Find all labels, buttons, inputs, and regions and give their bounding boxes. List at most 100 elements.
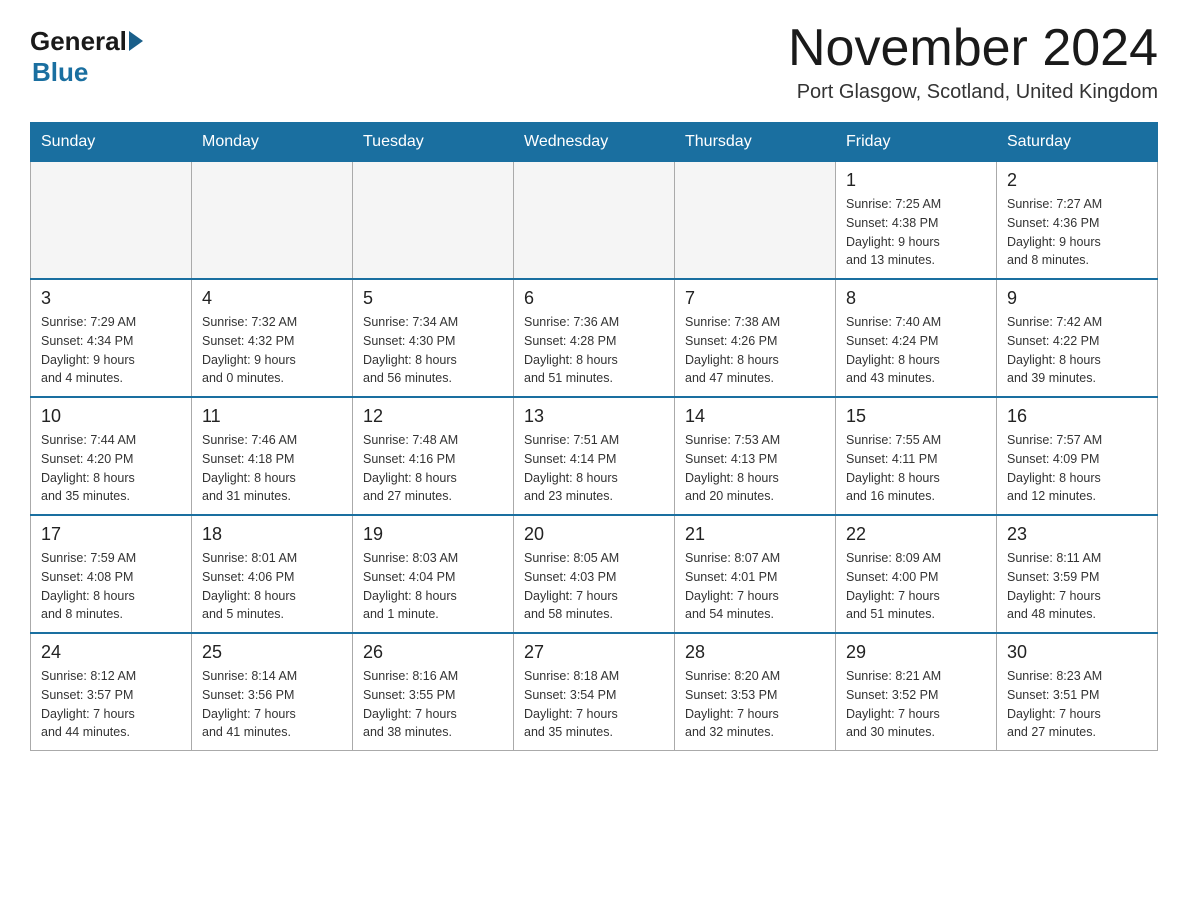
day-number: 21 [685, 524, 825, 545]
month-title: November 2024 [788, 20, 1158, 77]
day-info: Sunrise: 8:20 AMSunset: 3:53 PMDaylight:… [685, 667, 825, 742]
calendar-cell: 20Sunrise: 8:05 AMSunset: 4:03 PMDayligh… [514, 515, 675, 633]
header-day-monday: Monday [192, 123, 353, 162]
logo-arrow-icon [129, 31, 143, 51]
calendar-week-row: 24 Sunrise: 8:12 AMSunset: 3:57 PMDayligh… [31, 633, 1158, 751]
day-info: Sunrise: 7:59 AMSunset: 4:08 PMDaylight:… [41, 549, 181, 624]
calendar-cell: 30 Sunrise: 8:23 AMSunset: 3:51 PMDayligh… [997, 633, 1158, 751]
calendar-cell: 14 Sunrise: 7:53 AMSunset: 4:13 PMDayligh… [675, 397, 836, 515]
calendar-cell: 3 Sunrise: 7:29 AMSunset: 4:34 PMDaylight… [31, 279, 192, 397]
calendar-cell [192, 162, 353, 280]
day-number: 8 [846, 288, 986, 309]
day-info: Sunrise: 7:38 AMSunset: 4:26 PMDaylight:… [685, 313, 825, 388]
day-number: 22 [846, 524, 986, 545]
day-number: 1 [846, 170, 986, 191]
day-info: Sunrise: 8:16 AMSunset: 3:55 PMDaylight:… [363, 667, 503, 742]
header-day-sunday: Sunday [31, 123, 192, 162]
calendar-cell: 2 Sunrise: 7:27 AMSunset: 4:36 PMDaylight… [997, 162, 1158, 280]
day-number: 16 [1007, 406, 1147, 427]
day-info: Sunrise: 8:11 AMSunset: 3:59 PMDaylight:… [1007, 549, 1147, 624]
calendar-cell: 28 Sunrise: 8:20 AMSunset: 3:53 PMDayligh… [675, 633, 836, 751]
calendar-week-row: 3 Sunrise: 7:29 AMSunset: 4:34 PMDaylight… [31, 279, 1158, 397]
day-info: Sunrise: 8:14 AMSunset: 3:56 PMDaylight:… [202, 667, 342, 742]
day-number: 30 [1007, 642, 1147, 663]
day-info: Sunrise: 8:09 AMSunset: 4:00 PMDaylight:… [846, 549, 986, 624]
calendar-cell: 17Sunrise: 7:59 AMSunset: 4:08 PMDayligh… [31, 515, 192, 633]
calendar-cell: 11 Sunrise: 7:46 AMSunset: 4:18 PMDayligh… [192, 397, 353, 515]
day-number: 7 [685, 288, 825, 309]
header-day-tuesday: Tuesday [353, 123, 514, 162]
page-header: General Blue November 2024 Port Glasgow,… [30, 20, 1158, 104]
logo: General Blue [30, 20, 143, 88]
day-number: 6 [524, 288, 664, 309]
day-info: Sunrise: 7:32 AMSunset: 4:32 PMDaylight:… [202, 313, 342, 388]
day-number: 25 [202, 642, 342, 663]
day-info: Sunrise: 7:36 AMSunset: 4:28 PMDaylight:… [524, 313, 664, 388]
header-day-thursday: Thursday [675, 123, 836, 162]
day-number: 5 [363, 288, 503, 309]
day-number: 28 [685, 642, 825, 663]
day-number: 19 [363, 524, 503, 545]
calendar-cell: 1 Sunrise: 7:25 AMSunset: 4:38 PMDaylight… [836, 162, 997, 280]
day-info: Sunrise: 8:07 AMSunset: 4:01 PMDaylight:… [685, 549, 825, 624]
calendar-cell: 4 Sunrise: 7:32 AMSunset: 4:32 PMDaylight… [192, 279, 353, 397]
header-day-saturday: Saturday [997, 123, 1158, 162]
calendar-cell: 6 Sunrise: 7:36 AMSunset: 4:28 PMDaylight… [514, 279, 675, 397]
day-info: Sunrise: 8:01 AMSunset: 4:06 PMDaylight:… [202, 549, 342, 624]
day-info: Sunrise: 8:23 AMSunset: 3:51 PMDaylight:… [1007, 667, 1147, 742]
calendar-cell: 23 Sunrise: 8:11 AMSunset: 3:59 PMDayligh… [997, 515, 1158, 633]
calendar-cell: 16 Sunrise: 7:57 AMSunset: 4:09 PMDayligh… [997, 397, 1158, 515]
calendar-cell: 22 Sunrise: 8:09 AMSunset: 4:00 PMDayligh… [836, 515, 997, 633]
day-info: Sunrise: 7:40 AMSunset: 4:24 PMDaylight:… [846, 313, 986, 388]
calendar-cell: 8 Sunrise: 7:40 AMSunset: 4:24 PMDaylight… [836, 279, 997, 397]
calendar-header-row: SundayMondayTuesdayWednesdayThursdayFrid… [31, 123, 1158, 162]
day-number: 14 [685, 406, 825, 427]
day-number: 20 [524, 524, 664, 545]
day-info: Sunrise: 7:53 AMSunset: 4:13 PMDaylight:… [685, 431, 825, 506]
day-info: Sunrise: 7:27 AMSunset: 4:36 PMDaylight:… [1007, 195, 1147, 270]
calendar-cell: 27 Sunrise: 8:18 AMSunset: 3:54 PMDayligh… [514, 633, 675, 751]
day-info: Sunrise: 8:18 AMSunset: 3:54 PMDaylight:… [524, 667, 664, 742]
day-number: 9 [1007, 288, 1147, 309]
calendar-cell [353, 162, 514, 280]
calendar-cell [675, 162, 836, 280]
day-info: Sunrise: 7:29 AMSunset: 4:34 PMDaylight:… [41, 313, 181, 388]
day-info: Sunrise: 8:03 AMSunset: 4:04 PMDaylight:… [363, 549, 503, 624]
calendar-cell: 10Sunrise: 7:44 AMSunset: 4:20 PMDayligh… [31, 397, 192, 515]
day-number: 27 [524, 642, 664, 663]
day-number: 3 [41, 288, 181, 309]
day-info: Sunrise: 7:57 AMSunset: 4:09 PMDaylight:… [1007, 431, 1147, 506]
day-number: 2 [1007, 170, 1147, 191]
calendar-cell: 25 Sunrise: 8:14 AMSunset: 3:56 PMDayligh… [192, 633, 353, 751]
calendar-cell: 21 Sunrise: 8:07 AMSunset: 4:01 PMDayligh… [675, 515, 836, 633]
day-number: 11 [202, 406, 342, 427]
calendar-cell: 29Sunrise: 8:21 AMSunset: 3:52 PMDayligh… [836, 633, 997, 751]
day-info: Sunrise: 7:51 AMSunset: 4:14 PMDaylight:… [524, 431, 664, 506]
calendar-cell: 7 Sunrise: 7:38 AMSunset: 4:26 PMDaylight… [675, 279, 836, 397]
day-info: Sunrise: 7:48 AMSunset: 4:16 PMDaylight:… [363, 431, 503, 506]
calendar-cell [514, 162, 675, 280]
header-day-friday: Friday [836, 123, 997, 162]
logo-blue-text: Blue [32, 57, 88, 88]
calendar-cell: 9Sunrise: 7:42 AMSunset: 4:22 PMDaylight… [997, 279, 1158, 397]
day-number: 13 [524, 406, 664, 427]
day-info: Sunrise: 8:12 AMSunset: 3:57 PMDaylight:… [41, 667, 181, 742]
day-info: Sunrise: 7:55 AMSunset: 4:11 PMDaylight:… [846, 431, 986, 506]
calendar-table: SundayMondayTuesdayWednesdayThursdayFrid… [30, 122, 1158, 751]
calendar-week-row: 17Sunrise: 7:59 AMSunset: 4:08 PMDayligh… [31, 515, 1158, 633]
calendar-cell: 19 Sunrise: 8:03 AMSunset: 4:04 PMDayligh… [353, 515, 514, 633]
calendar-cell: 15 Sunrise: 7:55 AMSunset: 4:11 PMDayligh… [836, 397, 997, 515]
day-number: 24 [41, 642, 181, 663]
day-info: Sunrise: 7:46 AMSunset: 4:18 PMDaylight:… [202, 431, 342, 506]
day-info: Sunrise: 7:44 AMSunset: 4:20 PMDaylight:… [41, 431, 181, 506]
calendar-cell: 12Sunrise: 7:48 AMSunset: 4:16 PMDayligh… [353, 397, 514, 515]
day-number: 15 [846, 406, 986, 427]
day-info: Sunrise: 7:25 AMSunset: 4:38 PMDaylight:… [846, 195, 986, 270]
calendar-week-row: 1 Sunrise: 7:25 AMSunset: 4:38 PMDaylight… [31, 162, 1158, 280]
logo-general-text: General [30, 26, 127, 57]
calendar-week-row: 10Sunrise: 7:44 AMSunset: 4:20 PMDayligh… [31, 397, 1158, 515]
day-number: 4 [202, 288, 342, 309]
title-section: November 2024 Port Glasgow, Scotland, Un… [788, 20, 1158, 104]
day-number: 23 [1007, 524, 1147, 545]
calendar-cell: 5Sunrise: 7:34 AMSunset: 4:30 PMDaylight… [353, 279, 514, 397]
